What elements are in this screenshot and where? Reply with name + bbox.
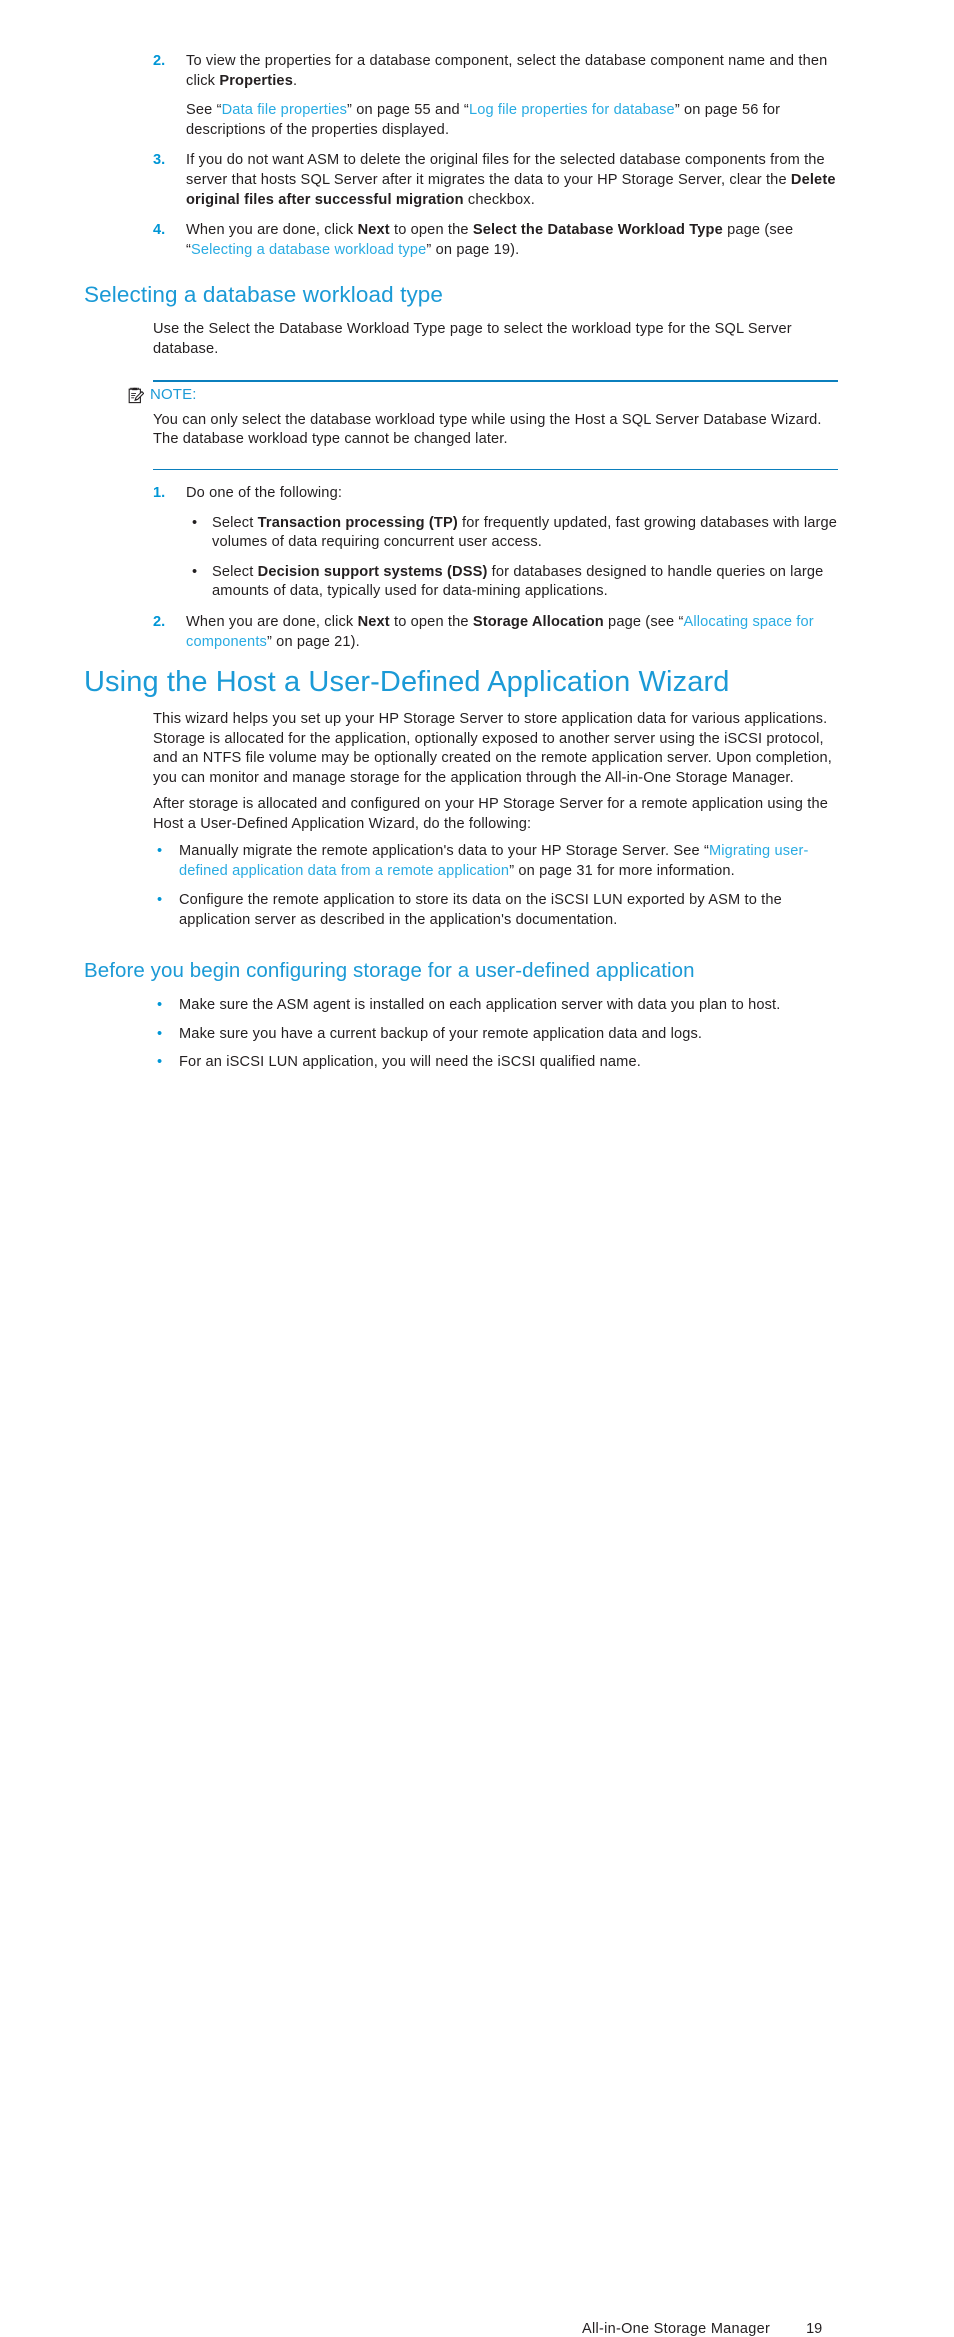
bullet-marker: • xyxy=(157,892,163,909)
note-label: NOTE: xyxy=(150,385,197,403)
emphasis-bold: Storage Allocation xyxy=(472,613,604,630)
bullet-marker: • xyxy=(157,1025,163,1042)
text-run: See “ xyxy=(186,102,222,119)
list-item-text: When you are done, click Next to open th… xyxy=(186,221,843,260)
list-item: • Make sure you have a current backup of… xyxy=(153,1025,843,1045)
text-run: ” on page 19). xyxy=(426,241,520,258)
footer-document-title: All-in-One Storage Manager xyxy=(582,2321,771,2337)
cross-reference-link[interactable]: Data file properties xyxy=(222,102,347,118)
bullet-marker: • xyxy=(192,514,198,531)
bullet-marker: • xyxy=(192,563,198,580)
text-run: page (see “ xyxy=(603,613,684,630)
wizard-paragraph-2: After storage is allocated and configure… xyxy=(153,796,828,832)
page-footer: All-in-One Storage Manager 19 xyxy=(0,1175,954,2337)
bullet-marker: • xyxy=(157,843,163,859)
note-header: NOTE: xyxy=(128,386,843,404)
cross-reference-link[interactable]: Selecting a database workload type xyxy=(191,242,426,258)
list-item-text: Make sure the ASM agent is installed on … xyxy=(179,997,781,1013)
emphasis-bold: Properties xyxy=(219,72,293,89)
list-item: • For an iSCSI LUN application, you will… xyxy=(153,1053,843,1073)
note-admonition: NOTE: You can only select the database w… xyxy=(128,380,843,471)
emphasis-bold: Next xyxy=(357,613,390,630)
bullet-marker: • xyxy=(157,1054,163,1071)
list-marker: 4. xyxy=(153,222,166,239)
before-begin-bullet-list: • Make sure the ASM agent is installed o… xyxy=(153,996,843,1073)
note-clipboard-icon xyxy=(128,387,145,404)
list-item: 3. If you do not want ASM to delete the … xyxy=(153,151,843,210)
list-item-text: Do one of the following: xyxy=(186,484,843,504)
list-item: • Select Decision support systems (DSS) … xyxy=(186,563,843,602)
text-run: Do one of the following: xyxy=(186,485,343,501)
text-run: When you are done, click xyxy=(186,613,358,630)
section-heading-workload-type: Selecting a database workload type xyxy=(84,282,444,307)
note-bottom-rule xyxy=(153,468,838,471)
wizard-bullet-list: • Manually migrate the remote applicatio… xyxy=(153,842,843,930)
bullet-marker: • xyxy=(157,997,163,1013)
list-marker: 2. xyxy=(153,613,166,630)
list-item: 2. When you are done, click Next to open… xyxy=(153,613,843,652)
list-item: • Configure the remote application to st… xyxy=(153,891,843,930)
list-item-text: To view the properties for a database co… xyxy=(186,52,843,91)
text-run: Manually migrate the remote application'… xyxy=(179,843,709,859)
emphasis-bold: Transaction processing (TP) xyxy=(257,514,458,531)
workload-steps-list: 1. Do one of the following: • Select Tra… xyxy=(153,484,843,652)
text-run: Configure the remote application to stor… xyxy=(179,892,782,928)
list-item-text: If you do not want ASM to delete the ori… xyxy=(186,151,843,210)
section-heading-before-you-begin: Before you begin configuring storage for… xyxy=(84,959,695,982)
list-item: • Select Transaction processing (TP) for… xyxy=(186,514,843,553)
emphasis-bold: Next xyxy=(357,222,390,239)
list-item-text: Select Transaction processing (TP) for f… xyxy=(212,514,843,553)
step-followup-text: See “Data file properties” on page 55 an… xyxy=(186,101,843,140)
workload-intro-paragraph: Use the Select the Database Workload Typ… xyxy=(153,321,792,357)
list-marker: 2. xyxy=(153,53,166,69)
text-run: ” on page 31 for more information. xyxy=(509,862,735,879)
text-run: ” on page 21). xyxy=(266,633,360,650)
list-item-text: When you are done, click Next to open th… xyxy=(186,613,843,652)
list-item-text: Make sure you have a current backup of y… xyxy=(179,1025,703,1042)
text-run: Select xyxy=(212,514,258,531)
text-run: to open the xyxy=(389,613,473,630)
list-item: • Manually migrate the remote applicatio… xyxy=(153,842,843,881)
document-page: 2. To view the properties for a database… xyxy=(0,0,954,2337)
list-item-text: Configure the remote application to stor… xyxy=(179,891,843,930)
note-top-rule xyxy=(153,380,838,382)
text-run: . xyxy=(292,72,298,89)
text-run: ” on page 55 and “ xyxy=(347,102,469,119)
note-body-text: You can only select the database workloa… xyxy=(153,411,822,448)
cross-reference-link[interactable]: Log file properties for database xyxy=(469,102,675,118)
list-item: 2. To view the properties for a database… xyxy=(153,52,843,91)
list-item-text: For an iSCSI LUN application, you will n… xyxy=(179,1054,641,1071)
list-marker: 1. xyxy=(153,485,166,501)
workload-sub-bullets: • Select Transaction processing (TP) for… xyxy=(186,514,843,602)
text-run: checkbox. xyxy=(463,191,535,208)
step-followup-paragraph: See “Data file properties” on page 55 an… xyxy=(153,101,843,140)
text-run: If you do not want ASM to delete the ori… xyxy=(186,152,825,188)
emphasis-bold: Decision support systems (DSS) xyxy=(257,563,488,580)
list-item: • Make sure the ASM agent is installed o… xyxy=(153,996,843,1016)
list-item-text: Select Decision support systems (DSS) fo… xyxy=(212,563,843,602)
list-item: 4. When you are done, click Next to open… xyxy=(153,221,843,260)
text-run: Select xyxy=(212,563,258,580)
section-heading-user-defined-wizard: Using the Host a User-Defined Applicatio… xyxy=(84,666,730,698)
text-run: When you are done, click xyxy=(186,222,358,239)
text-run: to open the xyxy=(389,222,473,239)
list-item: 1. Do one of the following: xyxy=(153,484,843,504)
footer-page-number: 19 xyxy=(806,2321,823,2337)
top-steps-list: 2. To view the properties for a database… xyxy=(153,52,843,260)
list-item-text: Manually migrate the remote application'… xyxy=(179,842,843,881)
emphasis-bold: Select the Database Workload Type xyxy=(472,222,723,239)
list-marker: 3. xyxy=(153,152,166,169)
wizard-paragraph-1: This wizard helps you set up your HP Sto… xyxy=(153,711,832,786)
